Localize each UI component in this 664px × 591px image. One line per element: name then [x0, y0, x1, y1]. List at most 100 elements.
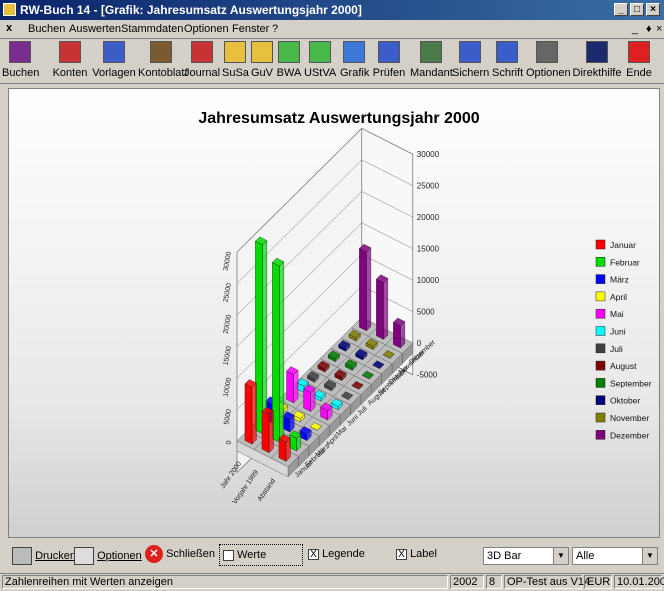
toolbar-ustva-icon: [309, 41, 331, 63]
toolbar-schrift-button[interactable]: Schrift: [492, 39, 523, 83]
legend-swatch: [595, 326, 606, 336]
toolbar-label: Prüfen: [372, 67, 406, 79]
legend-label: Juni: [610, 327, 626, 337]
mdi-restore-icon[interactable]: ♦: [646, 23, 652, 35]
chart-left-tick-label: 15000: [223, 346, 233, 366]
menu-auswerten[interactable]: Auswerten: [69, 23, 121, 35]
mdi-close-child-icon[interactable]: ×: [656, 23, 662, 35]
chart-right-tick-label: 30000: [417, 150, 440, 159]
toolbar-label: SuSa: [222, 67, 249, 79]
chart-right-tick-label: 5000: [417, 308, 435, 317]
title-bar: RW-Buch 14 - [Grafik: Jahresumsatz Auswe…: [0, 0, 664, 20]
toolbar-guv-button[interactable]: GuV: [250, 39, 274, 83]
legend-swatch: [595, 395, 606, 405]
legend-swatch: [595, 239, 606, 250]
toolbar-prfen-button[interactable]: Prüfen: [370, 39, 408, 83]
mdi-minimize-icon[interactable]: _: [632, 23, 638, 35]
toolbar-mandant-button[interactable]: Mandant: [410, 39, 453, 83]
legend-label: Juli: [610, 344, 623, 354]
legend-label: Februar: [610, 257, 640, 267]
toolbar-sichern-icon: [459, 41, 481, 63]
window-title: RW-Buch 14 - [Grafik: Jahresumsatz Auswe…: [20, 3, 362, 17]
chevron-down-icon: ▼: [553, 548, 568, 564]
toolbar: Buchen Konten Vorlagen Kontoblatt Journal SuS…: [0, 39, 664, 84]
minimize-button[interactable]: _: [614, 3, 628, 16]
status-date: 10.01.2004: [614, 575, 664, 589]
werte-checkbox[interactable]: Werte: [219, 544, 303, 566]
close-chart-button[interactable]: ✕ Schließen: [145, 545, 215, 563]
toolbar-ustva-button[interactable]: UStVA: [304, 39, 336, 83]
bottom-bar: Drucken Optionen ✕ Schließen Werte X Leg…: [0, 540, 664, 572]
chart-bar-front-Januar: [278, 438, 287, 462]
toolbar-prfen-icon: [378, 41, 400, 63]
toolbar-vorlagen-button[interactable]: Vorlagen: [92, 39, 136, 83]
chart-bar-side-Januar: [251, 382, 257, 445]
chart-right-tick-label: -5000: [417, 371, 438, 380]
menu-stammdaten[interactable]: Stammdaten: [121, 23, 183, 35]
toolbar-direkthilfe-icon: [586, 41, 608, 63]
printer-icon: [12, 547, 32, 565]
toolbar-konten-button[interactable]: Konten: [52, 39, 88, 83]
toolbar-bwa-button[interactable]: BWA: [276, 39, 302, 83]
toolbar-label: Mandant: [410, 67, 453, 79]
toolbar-journal-button[interactable]: Journal: [184, 39, 220, 83]
toolbar-konten-icon: [59, 41, 81, 63]
maximize-button[interactable]: □: [630, 3, 644, 16]
chart-bar-side-Dezember: [383, 277, 389, 340]
options-icon: [74, 547, 94, 565]
toolbar-sichern-button[interactable]: Sichern: [452, 39, 490, 83]
chart-series-label: Jahr 2000: [220, 460, 244, 490]
toolbar-label: Kontoblatt: [138, 67, 188, 79]
toolbar-ende-button[interactable]: Ende: [622, 39, 656, 83]
legend-swatch: [595, 430, 606, 440]
menu-buchen[interactable]: Buchen: [28, 23, 65, 35]
chart-bar-front-Mai: [286, 370, 294, 404]
menu-help[interactable]: ?: [272, 23, 278, 35]
menu-optionen[interactable]: Optionen: [184, 23, 229, 35]
legend-label: Oktober: [610, 396, 640, 406]
close-window-button[interactable]: ×: [646, 3, 660, 16]
toolbar-bwa-icon: [278, 41, 300, 63]
legend-label: November: [610, 413, 649, 423]
toolbar-grafik-button[interactable]: Grafik: [340, 39, 370, 83]
close-circle-icon: ✕: [145, 545, 163, 563]
chart-bar-front-Dezember: [393, 322, 401, 349]
chart-area: Jahresumsatz Auswertungsjahr 2000 -5000 0…: [8, 88, 660, 538]
chart-left-tick-label: 0: [225, 440, 233, 445]
toolbar-kontoblatt-button[interactable]: Kontoblatt: [138, 39, 188, 83]
mdi-close-icon[interactable]: x: [6, 22, 12, 34]
chart-bar-front-Januar: [261, 410, 270, 454]
chart-left-tick-label: 10000: [223, 377, 233, 397]
chevron-down-icon: ▼: [642, 548, 657, 564]
toolbar-optionen-icon: [536, 41, 558, 63]
chart-bar-front-Dezember: [376, 278, 384, 340]
legend-swatch: [595, 412, 606, 423]
toolbar-label: Grafik: [340, 67, 370, 79]
options-button[interactable]: Optionen: [74, 547, 142, 565]
status-mandant: OP-Test aus V14: [504, 575, 590, 589]
toolbar-label: Buchen: [2, 67, 40, 79]
toolbar-mandant-icon: [420, 41, 442, 63]
toolbar-buchen-button[interactable]: Buchen: [2, 39, 40, 83]
label-checkbox[interactable]: X Label: [396, 548, 437, 560]
chart-type-select[interactable]: 3D Bar ▼: [483, 547, 569, 565]
toolbar-label: Direkthilfe: [572, 67, 622, 79]
legend-swatch: [595, 257, 606, 267]
legend-label: April: [610, 292, 627, 302]
toolbar-susa-icon: [224, 41, 246, 63]
legend-swatch: [595, 274, 606, 284]
menu-fenster[interactable]: Fenster: [232, 23, 269, 35]
toolbar-direkthilfe-button[interactable]: Direkthilfe: [572, 39, 622, 83]
chart-left-tick-label: 20000: [223, 314, 233, 334]
print-button[interactable]: Drucken: [12, 547, 76, 565]
chart-right-tick-label: 25000: [417, 182, 440, 191]
toolbar-label: Sichern: [452, 67, 490, 79]
toolbar-optionen-button[interactable]: Optionen: [526, 39, 571, 83]
legend-label: März: [610, 275, 629, 285]
filter-select[interactable]: Alle ▼: [572, 547, 658, 565]
toolbar-label: Journal: [184, 67, 221, 79]
legende-checkbox[interactable]: X Legende: [308, 548, 365, 560]
toolbar-susa-button[interactable]: SuSa: [222, 39, 249, 83]
legend-label: September: [610, 378, 652, 388]
toolbar-journal-icon: [191, 41, 213, 63]
